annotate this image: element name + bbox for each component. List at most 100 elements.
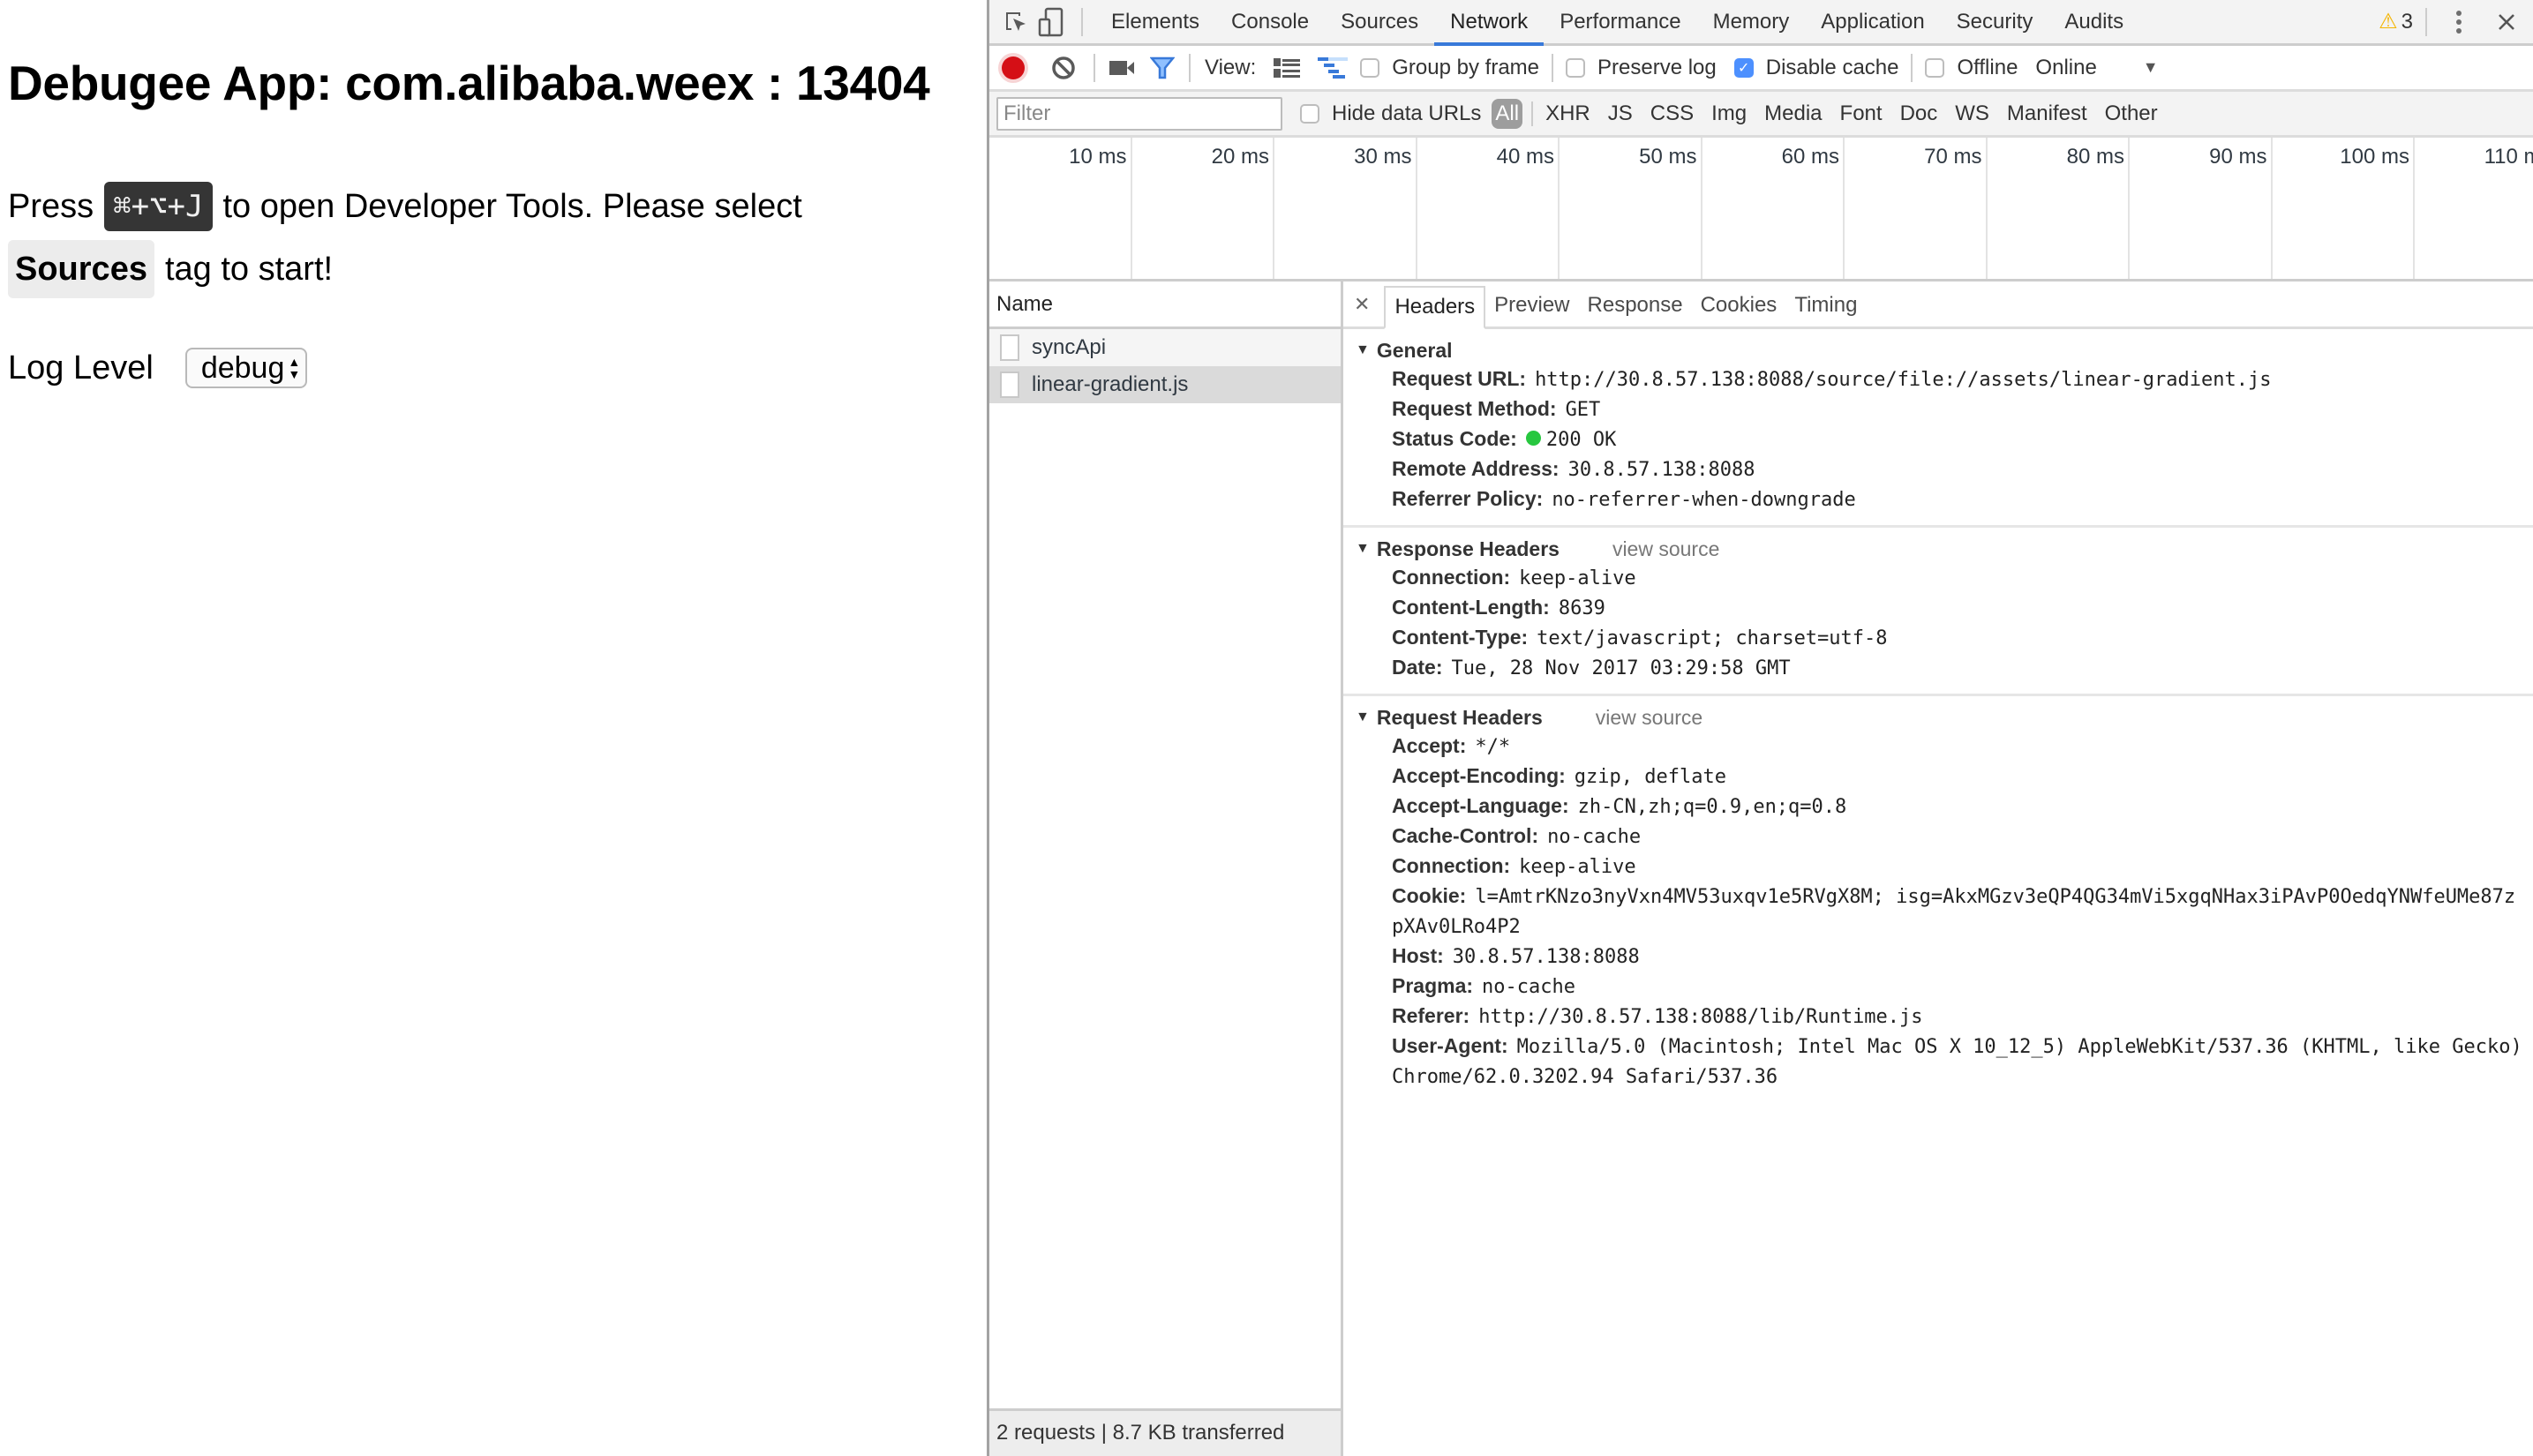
header-row: Date: Tue, 28 Nov 2017 03:29:58 GMT bbox=[1343, 653, 2533, 683]
disable-cache-label: Disable cache bbox=[1765, 55, 1899, 79]
request-headers-header[interactable]: ▼ Request Headers view source bbox=[1343, 703, 2533, 732]
type-filter-img[interactable]: Img bbox=[1702, 101, 1755, 126]
warning-count: 3 bbox=[2401, 9, 2413, 34]
timeline-tick: 10 ms bbox=[989, 138, 1132, 279]
inspect-element-icon[interactable] bbox=[998, 4, 1033, 40]
tab-console[interactable]: Console bbox=[1215, 0, 1325, 43]
timeline-tick: 110 ms bbox=[2415, 138, 2533, 279]
type-filter-doc[interactable]: Doc bbox=[1891, 101, 1947, 126]
timeline-tick-label: 10 ms bbox=[1069, 145, 1127, 169]
separator bbox=[1081, 7, 1083, 36]
tab-preview[interactable]: Preview bbox=[1485, 286, 1578, 326]
header-value: l=AmtrKNzo3nyVxn4MV53uxqv1e5RVgX8M; isg=… bbox=[1392, 886, 2516, 938]
type-filter-js[interactable]: JS bbox=[1599, 101, 1642, 126]
close-devtools-icon[interactable] bbox=[2489, 4, 2524, 40]
tab-response[interactable]: Response bbox=[1579, 286, 1692, 326]
screenshot-camera-icon[interactable] bbox=[1109, 59, 1134, 77]
group-by-frame-checkbox[interactable]: Group by frame bbox=[1360, 56, 1539, 80]
throttling-select[interactable]: Online ▼ bbox=[2035, 56, 2158, 80]
header-row: Pragma: no-cache bbox=[1343, 972, 2533, 1002]
header-key: Request URL: bbox=[1392, 367, 1527, 390]
header-row: Cookie: l=AmtrKNzo3nyVxn4MV53uxqv1e5RVgX8… bbox=[1343, 882, 2533, 942]
checkbox-box bbox=[1566, 57, 1585, 78]
close-details-icon[interactable]: ✕ bbox=[1349, 293, 1384, 326]
response-headers-header[interactable]: ▼ Response Headers view source bbox=[1343, 535, 2533, 563]
log-level-row: Log Level debug ▲ ▼ bbox=[8, 346, 308, 390]
devtools-panel: Elements Console Sources Network Perform… bbox=[987, 0, 2533, 1456]
timeline-tick-label: 90 ms bbox=[2209, 145, 2267, 169]
log-level-select[interactable]: debug ▲ ▼ bbox=[184, 348, 308, 388]
request-row-selected[interactable]: linear-gradient.js bbox=[989, 366, 1341, 403]
header-key: Status Code: bbox=[1392, 427, 1517, 450]
view-source-link[interactable]: view source bbox=[1612, 535, 1719, 563]
view-source-link[interactable]: view source bbox=[1596, 703, 1702, 732]
general-section-header[interactable]: ▼ General bbox=[1343, 336, 2533, 364]
press-text: Press bbox=[8, 187, 94, 225]
header-value: zh-CN,zh;q=0.9,en;q=0.8 bbox=[1577, 796, 1847, 818]
tab-headers[interactable]: Headers bbox=[1384, 286, 1486, 329]
tab-security[interactable]: Security bbox=[1941, 0, 2049, 43]
tab-cookies[interactable]: Cookies bbox=[1692, 286, 1786, 326]
tab-application[interactable]: Application bbox=[1805, 0, 1940, 43]
waterfall-overview-icon[interactable] bbox=[1318, 56, 1349, 79]
type-filter-ws[interactable]: WS bbox=[1946, 101, 1998, 126]
preserve-log-checkbox[interactable]: Preserve log bbox=[1566, 56, 1717, 80]
offline-checkbox[interactable]: Offline bbox=[1925, 56, 2018, 80]
device-toolbar-icon[interactable] bbox=[1033, 4, 1069, 40]
type-filter-manifest[interactable]: Manifest bbox=[1998, 101, 2096, 126]
header-key: Date: bbox=[1392, 656, 1443, 679]
header-row: Referer: http://30.8.57.138:8088/lib/Runt… bbox=[1343, 1002, 2533, 1032]
type-filter-font[interactable]: Font bbox=[1831, 101, 1891, 126]
header-key: Referer: bbox=[1392, 1004, 1470, 1027]
hide-data-urls-checkbox[interactable]: Hide data URLs bbox=[1300, 101, 1481, 126]
tab-audits[interactable]: Audits bbox=[2048, 0, 2139, 43]
tab-timing[interactable]: Timing bbox=[1785, 286, 1866, 326]
request-row[interactable]: syncApi bbox=[989, 329, 1341, 366]
preserve-log-label: Preserve log bbox=[1597, 55, 1717, 79]
timeline-tick-label: 30 ms bbox=[1354, 145, 1412, 169]
header-value: 8639 bbox=[1558, 597, 1605, 619]
timeline-overview[interactable]: 10 ms 20 ms 30 ms 40 ms 50 ms 60 ms 70 ms 80 ms… bbox=[989, 138, 2533, 281]
more-options-icon[interactable] bbox=[2441, 4, 2477, 40]
type-filter-media[interactable]: Media bbox=[1755, 101, 1830, 126]
type-filter-all[interactable]: All bbox=[1492, 98, 1523, 129]
name-column-header[interactable]: Name bbox=[989, 281, 1341, 329]
timeline-tick: 70 ms bbox=[1845, 138, 1988, 279]
clear-icon[interactable] bbox=[1051, 56, 1076, 80]
timeline-tick-label: 40 ms bbox=[1496, 145, 1554, 169]
filter-input[interactable] bbox=[996, 96, 1282, 131]
checkbox-box bbox=[1925, 57, 1945, 78]
request-name: syncApi bbox=[1032, 335, 1107, 359]
tab-memory[interactable]: Memory bbox=[1697, 0, 1806, 43]
timeline-tick-label: 100 ms bbox=[2340, 145, 2409, 169]
timeline-tick-label: 110 ms bbox=[2484, 145, 2533, 169]
header-row: Host: 30.8.57.138:8088 bbox=[1343, 942, 2533, 972]
disable-cache-checkbox[interactable]: ✓ Disable cache bbox=[1733, 55, 1899, 80]
hide-data-urls-label: Hide data URLs bbox=[1332, 101, 1482, 125]
timeline-tick: 60 ms bbox=[1702, 138, 1845, 279]
large-rows-icon[interactable] bbox=[1274, 57, 1301, 79]
general-section: ▼ General Request URL: http://30.8.57.138… bbox=[1343, 329, 2533, 528]
type-filter-css[interactable]: CSS bbox=[1642, 101, 1702, 126]
tab-performance[interactable]: Performance bbox=[1544, 0, 1696, 43]
instruction-line-2: Sources tag to start! bbox=[8, 240, 333, 298]
filter-funnel-icon[interactable] bbox=[1150, 56, 1175, 79]
header-value: no-cache bbox=[1547, 826, 1642, 848]
type-filter-xhr[interactable]: XHR bbox=[1537, 101, 1599, 126]
tab-elements[interactable]: Elements bbox=[1095, 0, 1215, 43]
tab-network[interactable]: Network bbox=[1434, 0, 1545, 46]
separator bbox=[1552, 53, 1553, 82]
tab-sources[interactable]: Sources bbox=[1325, 0, 1434, 43]
header-key: User-Agent: bbox=[1392, 1034, 1508, 1057]
throttling-value: Online bbox=[2035, 55, 2097, 79]
expand-triangle-icon: ▼ bbox=[1356, 709, 1370, 724]
request-name: linear-gradient.js bbox=[1032, 372, 1189, 396]
header-value: text/javascript; charset=utf-8 bbox=[1537, 627, 1888, 649]
header-row: Status Code: 200 OK bbox=[1343, 424, 2533, 454]
checkbox-checked-icon: ✓ bbox=[1733, 57, 1754, 78]
header-key: Pragma: bbox=[1392, 974, 1474, 997]
warnings-badge[interactable]: ⚠ 3 bbox=[2379, 9, 2420, 34]
type-filter-other[interactable]: Other bbox=[2096, 101, 2167, 126]
record-button[interactable] bbox=[1002, 56, 1025, 79]
file-icon bbox=[1000, 334, 1019, 361]
